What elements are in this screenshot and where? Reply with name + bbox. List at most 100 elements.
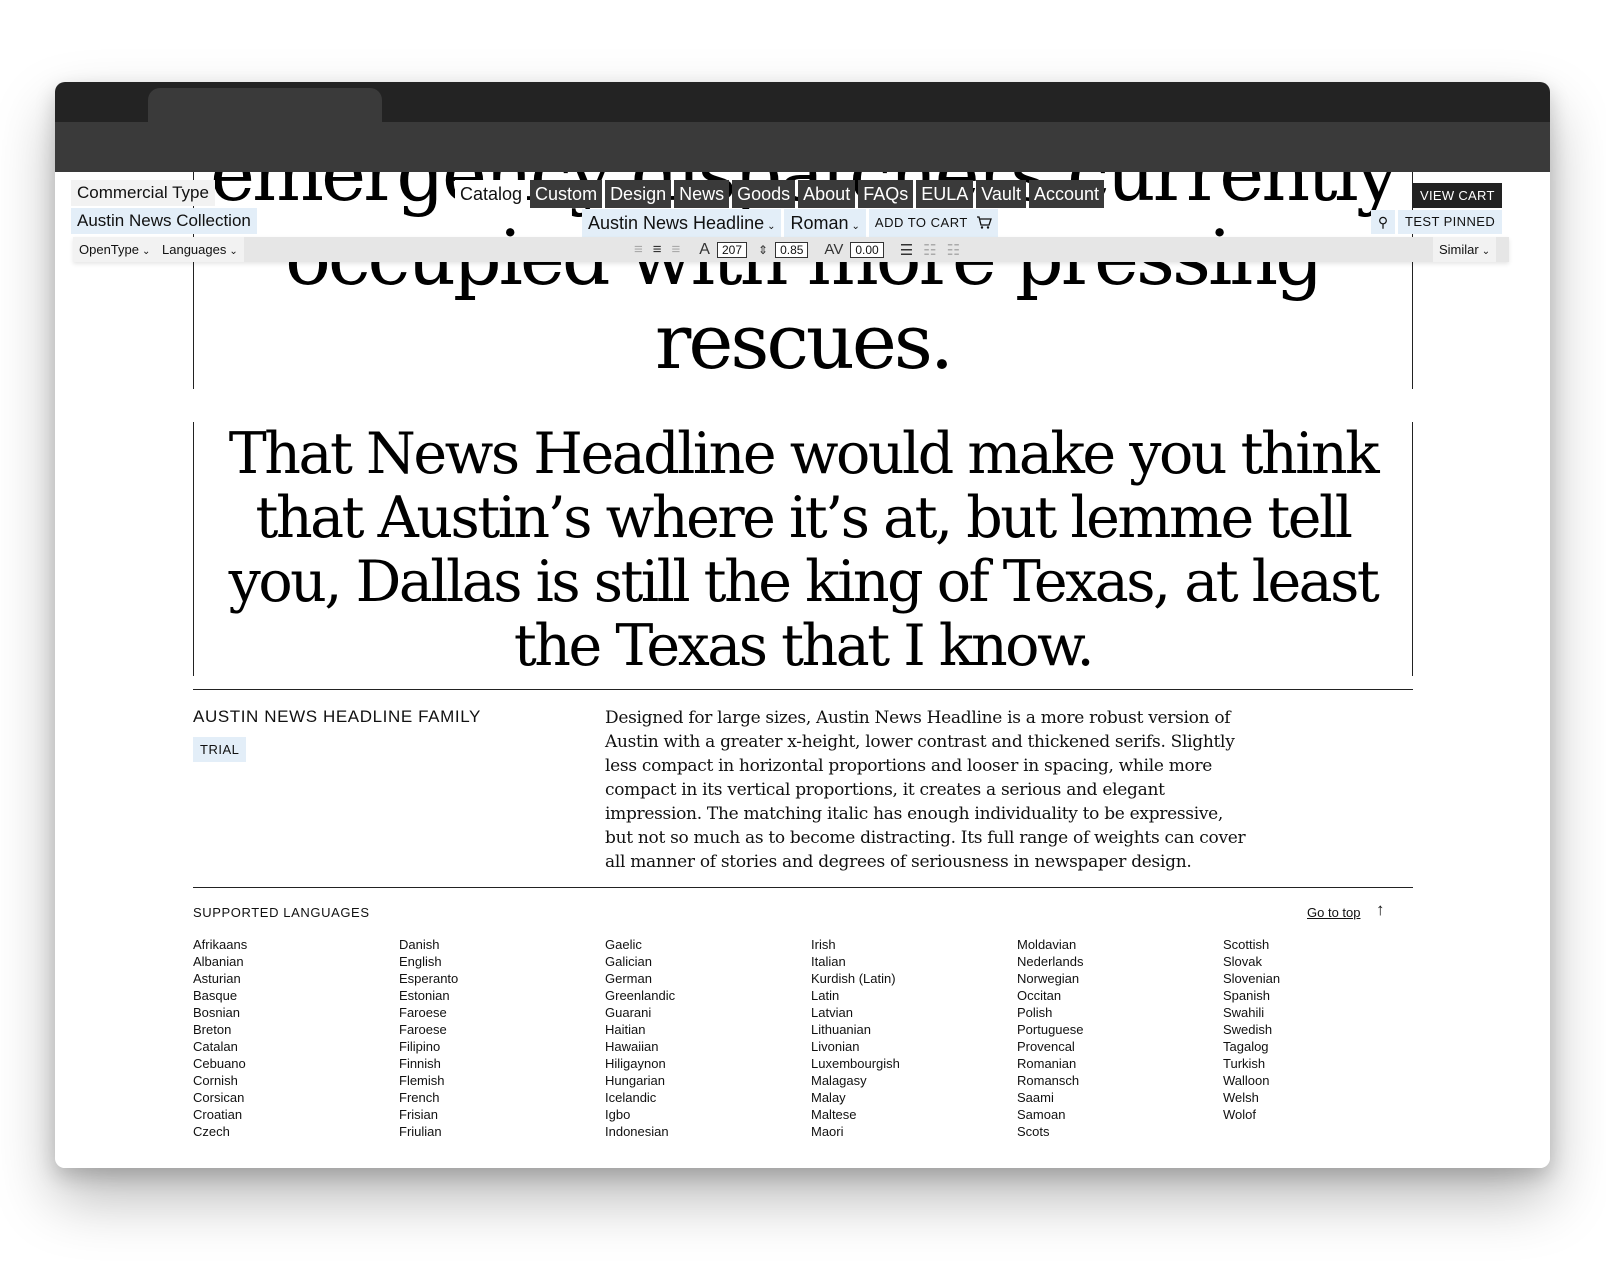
language-item: Swedish <box>1223 1022 1273 1037</box>
font-family-select[interactable]: Austin News Headline ⌄ <box>582 209 782 237</box>
language-item: Hawaiian <box>605 1039 659 1054</box>
languages-dropdown[interactable]: Languages ⌄ <box>156 237 244 262</box>
brand-link[interactable]: Commercial Type <box>71 180 215 206</box>
nav-catalog[interactable]: Catalog <box>455 180 528 208</box>
add-to-cart-button[interactable]: ADD TO CART <box>868 209 998 237</box>
nav-eula[interactable]: EULA <box>916 180 974 208</box>
nav-about[interactable]: About <box>798 180 856 208</box>
align-right-icon[interactable]: ≡ <box>672 241 681 258</box>
language-item: Turkish <box>1223 1056 1266 1071</box>
type-specimen-medium[interactable]: That News Headline would make you think … <box>193 421 1413 679</box>
nav-vault[interactable]: Vault <box>976 180 1026 208</box>
font-size-icon: A <box>699 240 710 258</box>
leading-input[interactable]: 0.85 <box>775 241 809 258</box>
language-item: Danish <box>399 937 440 952</box>
language-item: Italian <box>811 954 846 969</box>
opentype-dropdown[interactable]: OpenType ⌄ <box>73 237 157 262</box>
language-item: Finnish <box>399 1056 441 1071</box>
font-size-input[interactable]: 207 <box>716 241 747 258</box>
font-selector: Austin News Headline ⌄ Roman ⌄ ADD TO CART <box>582 209 998 237</box>
language-item: Kurdish (Latin) <box>811 971 896 986</box>
language-item: Hungarian <box>605 1073 665 1088</box>
language-item: Romansch <box>1017 1073 1080 1088</box>
chevron-down-icon: ⌄ <box>1481 246 1491 257</box>
language-item: Welsh <box>1223 1090 1259 1105</box>
chevron-down-icon: ⌄ <box>767 221 776 232</box>
language-item: Malagasy <box>811 1073 867 1088</box>
view-cart-button[interactable]: VIEW CART <box>1413 183 1502 208</box>
tester-controls: ≡ ≡ ≡ A 207 ⇕ 0.85 AV 0.00 ☰ ☷ ☷ <box>629 237 965 262</box>
language-item: Frisian <box>399 1107 439 1122</box>
trial-button[interactable]: TRIAL <box>193 737 247 762</box>
align-left-icon[interactable]: ≡ <box>634 241 643 258</box>
language-item: Corsican <box>193 1090 245 1105</box>
language-item: Slovak <box>1223 954 1263 969</box>
nav-design[interactable]: Design <box>605 180 672 208</box>
language-item: Icelandic <box>605 1090 657 1105</box>
language-item: Livonian <box>811 1039 860 1054</box>
columns-icon[interactable]: ☰ <box>900 241 913 259</box>
language-item: English <box>399 954 442 969</box>
language-item: Asturian <box>193 971 241 986</box>
language-item: Malay <box>811 1090 846 1105</box>
language-item: Polish <box>1017 1005 1053 1020</box>
language-item: Catalan <box>193 1039 238 1054</box>
language-item: Maori <box>811 1124 844 1139</box>
language-item: Filipino <box>399 1039 441 1054</box>
align-center-icon[interactable]: ≡ <box>653 241 662 258</box>
language-item: Esperanto <box>399 971 459 986</box>
language-item: Lithuanian <box>811 1022 871 1037</box>
language-item: Afrikaans <box>193 937 248 952</box>
family-title: AUSTIN NEWS HEADLINE FAMILY <box>193 707 481 726</box>
browser-window: emergency dispatchers currently occupied… <box>55 82 1550 1168</box>
type-tester-controls: OpenType ⌄ Languages ⌄ ≡ ≡ ≡ A 207 ⇕ 0.85 … <box>73 237 1509 262</box>
language-column: Irish Italian Kurdish (Latin) Latin Latv… <box>811 936 1011 1140</box>
pin-icon[interactable]: ⚲ <box>1371 210 1395 234</box>
language-item: Maltese <box>811 1107 857 1122</box>
test-pinned-button[interactable]: TEST PINNED <box>1398 210 1503 234</box>
language-item: Saami <box>1017 1090 1054 1105</box>
tracking-icon: AV <box>824 241 844 258</box>
language-item: Nederlands <box>1017 954 1084 969</box>
chevron-down-icon: ⌄ <box>851 221 860 232</box>
language-item: Galician <box>605 954 652 969</box>
language-item: Igbo <box>605 1107 631 1122</box>
nav-goods[interactable]: Goods <box>732 180 796 208</box>
font-family-label: Austin News Headline <box>588 213 765 233</box>
language-item: Croatian <box>193 1107 243 1122</box>
language-item: French <box>399 1090 440 1105</box>
nav-news[interactable]: News <box>674 180 730 208</box>
nav-account[interactable]: Account <box>1028 180 1104 208</box>
language-item: Cornish <box>193 1073 238 1088</box>
language-column: Scottish Slovak Slovenian Spanish Swahil… <box>1223 936 1423 1123</box>
language-item: Breton <box>193 1022 232 1037</box>
language-item: Latvian <box>811 1005 853 1020</box>
columns-icon[interactable]: ☷ <box>923 241 936 259</box>
language-item: Basque <box>193 988 238 1003</box>
arrow-up-icon[interactable]: ↑ <box>1376 900 1385 920</box>
go-to-top-link[interactable]: Go to top <box>1307 905 1360 920</box>
language-item: Latin <box>811 988 840 1003</box>
language-column: Moldavian Nederlands Norwegian Occitan P… <box>1017 936 1217 1140</box>
add-to-cart-label: ADD TO CART <box>874 215 968 230</box>
language-item: Swahili <box>1223 1005 1265 1020</box>
language-item: Tagalog <box>1223 1039 1269 1054</box>
specimen-text: That News Headline would make you think … <box>228 421 1380 679</box>
language-column: Afrikaans Albanian Asturian Basque Bosni… <box>193 936 393 1140</box>
language-item: Bosnian <box>193 1005 240 1020</box>
similar-dropdown[interactable]: Similar ⌄ <box>1433 237 1497 262</box>
language-item: Slovenian <box>1223 971 1281 986</box>
language-item: Scottish <box>1223 937 1270 952</box>
collection-link[interactable]: Austin News Collection <box>71 208 257 234</box>
nav-faqs[interactable]: FAQs <box>858 180 914 208</box>
leading-icon: ⇕ <box>758 242 769 257</box>
nav-custom[interactable]: Custom <box>530 180 603 208</box>
tracking-input[interactable]: 0.00 <box>850 241 884 258</box>
family-description: Designed for large sizes, Austin News He… <box>605 708 1246 872</box>
chevron-down-icon: ⌄ <box>229 246 238 257</box>
font-style-select[interactable]: Roman ⌄ <box>784 209 866 237</box>
columns-icon[interactable]: ☷ <box>947 241 960 259</box>
language-item: Irish <box>811 937 836 952</box>
supported-languages-title: SUPPORTED LANGUAGES <box>193 905 370 920</box>
chevron-down-icon: ⌄ <box>142 246 151 257</box>
